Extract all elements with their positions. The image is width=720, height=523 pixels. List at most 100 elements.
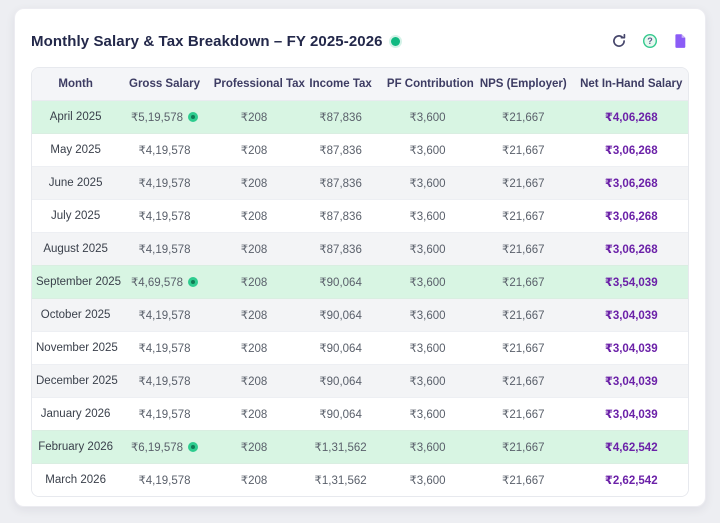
pf-contribution-cell: ₹3,600 [383,463,472,496]
gross-salary-value: ₹4,19,578 [138,244,190,256]
nps-employer-cell: ₹21,667 [472,100,574,133]
pf-contribution-cell: ₹3,600 [383,397,472,430]
professional-tax-cell: ₹208 [210,100,299,133]
column-header-pf-contribution: PF Contribution [383,68,472,100]
title-wrap: Monthly Salary & Tax Breakdown – FY 2025… [31,33,400,50]
pf-contribution-cell: ₹3,600 [383,199,472,232]
header-actions: ? [610,32,689,50]
nps-employer-cell: ₹21,667 [472,265,574,298]
pf-contribution-cell: ₹3,600 [383,298,472,331]
pf-contribution-cell: ₹3,600 [383,166,472,199]
gross-salary-cell: ₹4,19,578 [119,397,210,430]
document-icon [673,33,688,49]
month-cell: January 2026 [32,397,119,430]
refresh-button[interactable] [610,32,628,50]
nps-employer-cell: ₹21,667 [472,199,574,232]
month-cell: September 2025 [32,265,119,298]
table-row: February 2026 ₹6,19,578 ₹208 ₹1,31,562 ₹… [32,430,688,463]
net-salary-cell: ₹4,06,268 [574,100,688,133]
professional-tax-cell: ₹208 [210,232,299,265]
income-tax-cell: ₹90,064 [298,397,383,430]
column-header-professional-tax: Professional Tax [210,68,299,100]
pf-contribution-cell: ₹3,600 [383,265,472,298]
gross-salary-value: ₹4,19,578 [138,178,190,190]
gross-salary-value: ₹4,19,578 [138,475,190,487]
pf-contribution-cell: ₹3,600 [383,331,472,364]
gross-salary-cell: ₹4,19,578 [119,133,210,166]
gross-salary-cell: ₹6,19,578 [119,430,210,463]
professional-tax-cell: ₹208 [210,397,299,430]
professional-tax-cell: ₹208 [210,463,299,496]
nps-employer-cell: ₹21,667 [472,298,574,331]
income-tax-cell: ₹87,836 [298,166,383,199]
net-salary-cell: ₹2,62,542 [574,463,688,496]
net-salary-cell: ₹3,04,039 [574,298,688,331]
professional-tax-cell: ₹208 [210,199,299,232]
bonus-indicator-icon[interactable] [188,112,198,122]
gross-salary-value: ₹4,19,578 [138,145,190,157]
month-cell: November 2025 [32,331,119,364]
professional-tax-cell: ₹208 [210,298,299,331]
nps-employer-cell: ₹21,667 [472,232,574,265]
table-body: April 2025 ₹5,19,578 ₹208 ₹87,836 ₹3,600… [32,100,688,496]
gross-salary-cell: ₹4,19,578 [119,463,210,496]
professional-tax-cell: ₹208 [210,430,299,463]
professional-tax-cell: ₹208 [210,133,299,166]
professional-tax-cell: ₹208 [210,331,299,364]
nps-employer-cell: ₹21,667 [472,364,574,397]
income-tax-cell: ₹87,836 [298,232,383,265]
page-title: Monthly Salary & Tax Breakdown – FY 2025… [31,33,383,50]
pf-contribution-cell: ₹3,600 [383,133,472,166]
professional-tax-cell: ₹208 [210,364,299,397]
net-salary-cell: ₹3,06,268 [574,166,688,199]
salary-breakdown-card: Monthly Salary & Tax Breakdown – FY 2025… [14,8,706,507]
net-salary-cell: ₹4,62,542 [574,430,688,463]
salary-table: Month Gross Salary Professional Tax Inco… [32,68,688,496]
gross-salary-value: ₹4,19,578 [138,343,190,355]
income-tax-cell: ₹90,064 [298,298,383,331]
document-button[interactable] [672,32,689,50]
net-salary-cell: ₹3,04,039 [574,397,688,430]
gross-salary-value: ₹4,19,578 [138,211,190,223]
bonus-indicator-icon[interactable] [188,442,198,452]
column-header-month: Month [32,68,119,100]
salary-table-container: Month Gross Salary Professional Tax Inco… [31,67,689,497]
pf-contribution-cell: ₹3,600 [383,232,472,265]
table-row: January 2026 ₹4,19,578 ₹208 ₹90,064 ₹3,6… [32,397,688,430]
gross-salary-cell: ₹4,69,578 [119,265,210,298]
nps-employer-cell: ₹21,667 [472,166,574,199]
help-button[interactable]: ? [641,32,659,50]
table-row: March 2026 ₹4,19,578 ₹208 ₹1,31,562 ₹3,6… [32,463,688,496]
income-tax-cell: ₹1,31,562 [298,463,383,496]
month-cell: April 2025 [32,100,119,133]
pf-contribution-cell: ₹3,600 [383,430,472,463]
month-cell: June 2025 [32,166,119,199]
net-salary-cell: ₹3,06,268 [574,199,688,232]
table-row: July 2025 ₹4,19,578 ₹208 ₹87,836 ₹3,600 … [32,199,688,232]
gross-salary-cell: ₹4,19,578 [119,298,210,331]
net-salary-cell: ₹3,54,039 [574,265,688,298]
table-row: October 2025 ₹4,19,578 ₹208 ₹90,064 ₹3,6… [32,298,688,331]
net-salary-cell: ₹3,06,268 [574,133,688,166]
net-salary-cell: ₹3,06,268 [574,232,688,265]
month-cell: December 2025 [32,364,119,397]
table-header-row: Month Gross Salary Professional Tax Inco… [32,68,688,100]
net-salary-cell: ₹3,04,039 [574,364,688,397]
income-tax-cell: ₹90,064 [298,364,383,397]
gross-salary-value: ₹4,69,578 [131,277,183,289]
gross-salary-value: ₹4,19,578 [138,310,190,322]
help-icon: ? [642,33,658,49]
income-tax-cell: ₹87,836 [298,100,383,133]
month-cell: October 2025 [32,298,119,331]
gross-salary-cell: ₹4,19,578 [119,364,210,397]
table-row: May 2025 ₹4,19,578 ₹208 ₹87,836 ₹3,600 ₹… [32,133,688,166]
table-row: December 2025 ₹4,19,578 ₹208 ₹90,064 ₹3,… [32,364,688,397]
gross-salary-value: ₹5,19,578 [131,112,183,124]
table-row: August 2025 ₹4,19,578 ₹208 ₹87,836 ₹3,60… [32,232,688,265]
nps-employer-cell: ₹21,667 [472,397,574,430]
refresh-icon [611,33,627,49]
bonus-indicator-icon[interactable] [188,277,198,287]
gross-salary-value: ₹4,19,578 [138,376,190,388]
gross-salary-cell: ₹4,19,578 [119,331,210,364]
month-cell: July 2025 [32,199,119,232]
